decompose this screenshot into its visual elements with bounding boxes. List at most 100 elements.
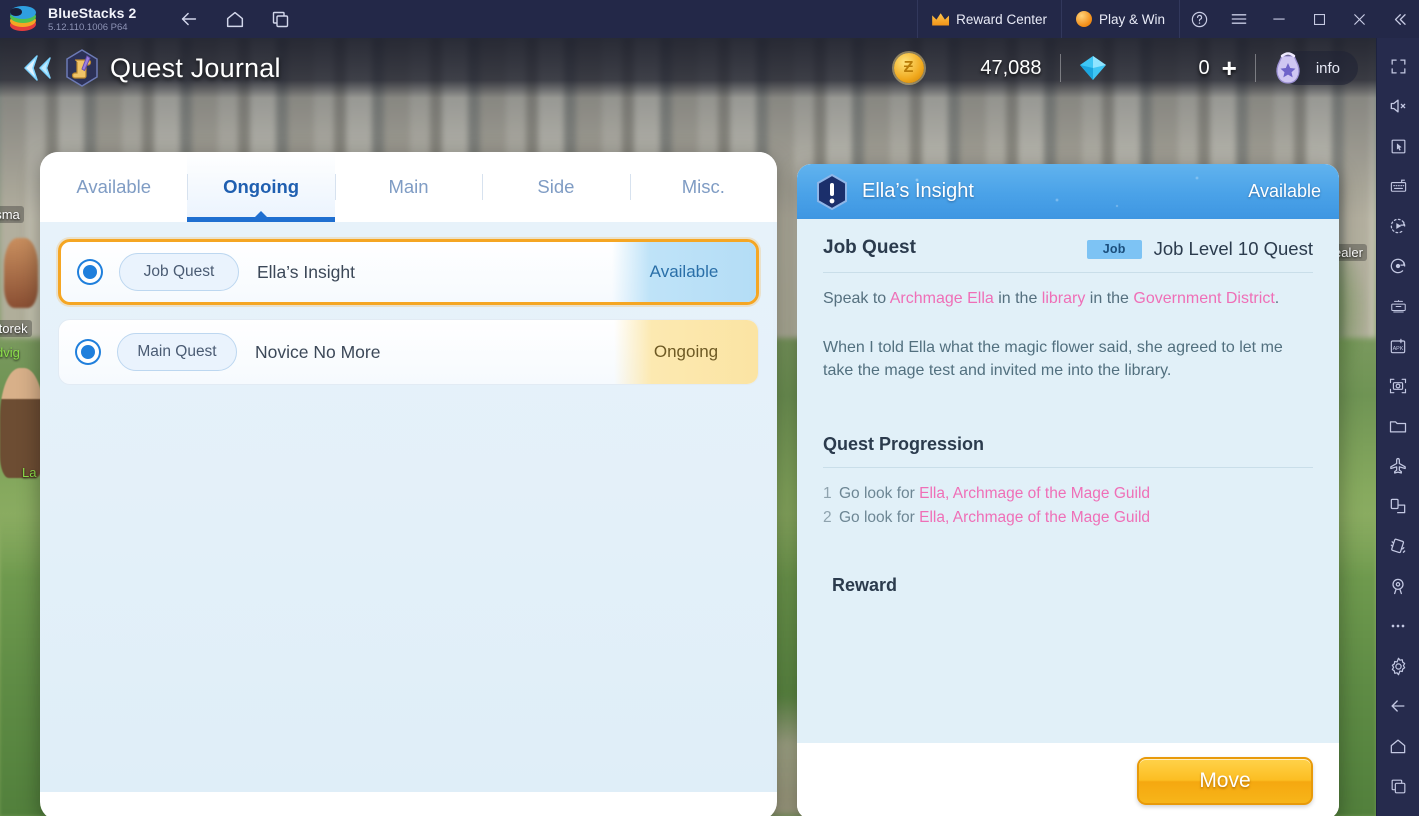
- quest-detail-header: Ella’s Insight Available: [797, 164, 1339, 219]
- exclamation-hex-icon: [815, 173, 849, 211]
- more-icon[interactable]: [1377, 606, 1419, 646]
- progression-target: Ella, Archmage of the Mage Guild: [919, 485, 1151, 502]
- app-name: BlueStacks 2: [48, 4, 137, 21]
- objective-part-1: Speak to: [823, 290, 890, 307]
- bluestacks-sidebar: APK: [1376, 38, 1419, 816]
- macro-record-icon[interactable]: [1377, 206, 1419, 246]
- install-apk-icon[interactable]: APK: [1377, 326, 1419, 366]
- move-button[interactable]: Move: [1137, 757, 1313, 805]
- npc-sprite: [4, 238, 38, 308]
- quest-kind: Job Quest: [823, 237, 916, 258]
- crown-icon: [932, 13, 949, 26]
- quest-meta-row: Job Quest Job Job Level 10 Quest: [823, 237, 1313, 260]
- home-icon[interactable]: [224, 8, 246, 30]
- quest-journal-icon: [62, 48, 102, 88]
- close-icon[interactable]: [1339, 0, 1379, 38]
- help-icon[interactable]: [1179, 0, 1219, 38]
- menu-icon[interactable]: [1219, 0, 1259, 38]
- reward-center-button[interactable]: Reward Center: [917, 0, 1061, 38]
- divider: [1254, 54, 1256, 82]
- tab-misc[interactable]: Misc.: [629, 152, 777, 222]
- gem-icon: [1079, 55, 1107, 81]
- quest-reward-title: Reward: [832, 575, 898, 595]
- npc-label-craftsman: ftsma: [0, 206, 24, 223]
- progression-text: Go look for: [839, 485, 920, 502]
- quest-radio-icon[interactable]: [77, 341, 99, 363]
- location-icon[interactable]: [1377, 566, 1419, 606]
- objective-npc: Archmage Ella: [889, 290, 994, 307]
- quest-progression-title: Quest Progression: [823, 434, 985, 454]
- quest-type-badge: Main Quest: [117, 333, 237, 371]
- quest-row-job[interactable]: Job Quest Ella’s Insight Available: [58, 239, 759, 305]
- play-and-win-label: Play & Win: [1098, 11, 1165, 27]
- airplane-icon[interactable]: [1377, 446, 1419, 486]
- play-and-win-button[interactable]: Play & Win: [1060, 0, 1179, 38]
- back-button[interactable]: [18, 49, 56, 87]
- home-icon[interactable]: [1377, 726, 1419, 766]
- npc-sprite: [0, 368, 44, 478]
- quest-status-badge: Available: [612, 242, 756, 302]
- currency-bar: Ƶ 47,088 0 + info: [893, 51, 1377, 85]
- divider: [823, 272, 1313, 273]
- quest-detail-panel: Ella’s Insight Available Job Quest Job J…: [797, 164, 1339, 816]
- add-gem-button[interactable]: +: [1222, 55, 1237, 81]
- minimize-icon[interactable]: [1259, 0, 1299, 38]
- maximize-icon[interactable]: [1299, 0, 1339, 38]
- quest-story-text: When I told Ella what the magic flower s…: [823, 339, 1283, 379]
- quest-name: Ella’s Insight: [257, 261, 355, 282]
- objective-part-4: .: [1274, 290, 1280, 307]
- media-folder-icon[interactable]: [1377, 406, 1419, 446]
- progression-item: 1 Go look for Ella, Archmage of the Mage…: [823, 482, 1313, 505]
- gold-amount: 47,088: [980, 56, 1042, 79]
- tab-side[interactable]: Side: [482, 152, 629, 222]
- keyboard-controls-icon[interactable]: [1377, 166, 1419, 206]
- window-controls: [1179, 0, 1419, 38]
- npc-label-storekeeper: Storek: [0, 320, 32, 337]
- multi-instance-icon[interactable]: [270, 9, 291, 30]
- eco-mode-icon[interactable]: [1377, 286, 1419, 326]
- bluestacks-logo-icon: [8, 4, 38, 34]
- quest-radio-icon[interactable]: [79, 261, 101, 283]
- back-icon[interactable]: [178, 8, 200, 30]
- app-version: 5.12.110.1006 P64: [48, 21, 128, 33]
- tab-label: Main: [388, 176, 429, 197]
- tab-main[interactable]: Main: [334, 152, 482, 222]
- npc-label-la: La: [22, 465, 37, 480]
- tab-label: Available: [76, 176, 152, 197]
- mute-icon[interactable]: [1377, 86, 1419, 126]
- tab-label: Side: [537, 176, 575, 197]
- collapse-icon[interactable]: [1379, 0, 1419, 38]
- quest-name: Novice No More: [255, 341, 381, 362]
- recents-icon[interactable]: [1377, 766, 1419, 806]
- quest-row-main[interactable]: Main Quest Novice No More Ongoing: [58, 319, 759, 385]
- quest-level: Job Level 10 Quest: [1153, 238, 1313, 259]
- screenshot-icon[interactable]: [1377, 366, 1419, 406]
- fullscreen-icon[interactable]: [1377, 46, 1419, 86]
- titlebar-nav-group: [178, 8, 291, 30]
- settings-icon[interactable]: [1377, 646, 1419, 686]
- quest-tabs: Available Ongoing Main Side Misc.: [40, 152, 777, 222]
- screen-record-icon[interactable]: [1377, 246, 1419, 286]
- app-identity: BlueStacks 2 5.12.110.1006 P64: [48, 6, 136, 33]
- gold-coin-icon: Ƶ: [893, 53, 924, 83]
- info-label: info: [1315, 59, 1340, 77]
- rotate-icon[interactable]: [1377, 486, 1419, 526]
- play-win-icon: [1075, 11, 1092, 27]
- divider: [1059, 54, 1061, 82]
- info-button[interactable]: info: [1276, 51, 1358, 85]
- back-icon[interactable]: [1377, 686, 1419, 726]
- cursor-icon[interactable]: [1377, 126, 1419, 166]
- tab-label: Ongoing: [223, 176, 300, 197]
- quest-type-badge: Job Quest: [119, 253, 239, 291]
- shake-icon[interactable]: [1377, 526, 1419, 566]
- progression-target: Ella, Archmage of the Mage Guild: [919, 509, 1151, 526]
- tab-available[interactable]: Available: [40, 152, 187, 222]
- tab-ongoing[interactable]: Ongoing: [187, 152, 335, 222]
- objective-place: library: [1041, 290, 1086, 307]
- progression-index: 1: [823, 485, 832, 502]
- objective-district: Government District: [1133, 290, 1275, 307]
- pouch-icon: [1268, 45, 1308, 89]
- divider: [823, 467, 1313, 468]
- gem-amount: 0: [1198, 56, 1210, 79]
- reward-center-label: Reward Center: [956, 11, 1047, 27]
